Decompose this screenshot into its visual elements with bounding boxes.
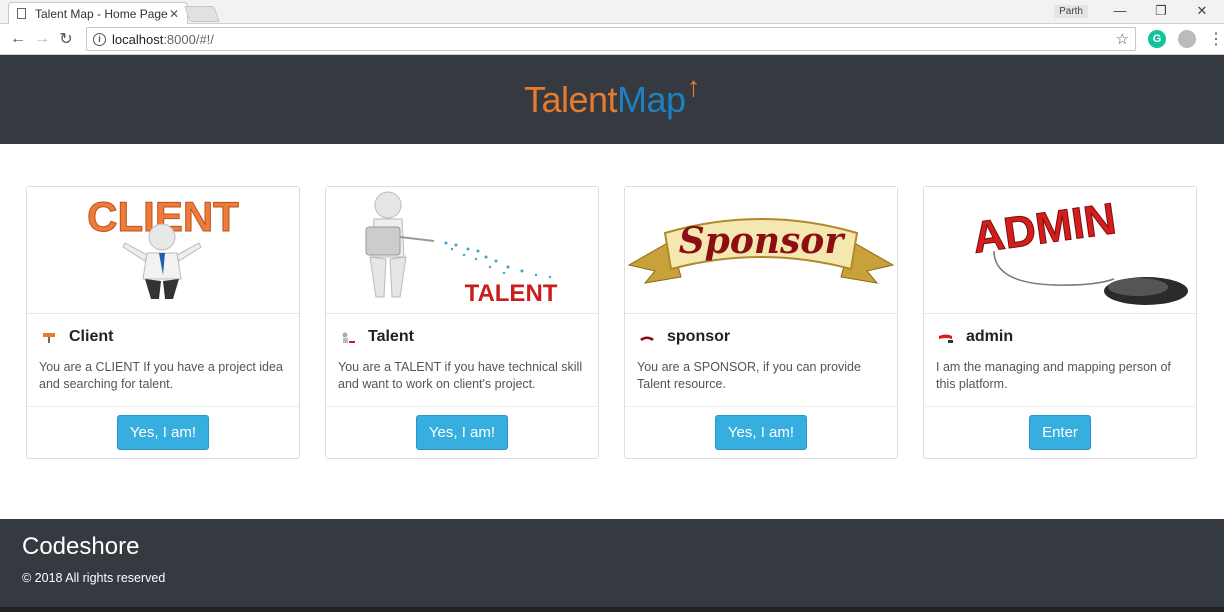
sponsor-mini-icon xyxy=(639,331,655,343)
restore-icon[interactable]: ❐ xyxy=(1151,3,1171,19)
footer-company: Codeshore xyxy=(22,533,140,560)
talent-card: TALENT Talent You are a TALENT if you ha… xyxy=(325,186,599,459)
sponsor-illustration: Sponsor xyxy=(627,218,895,284)
site-footer: Codeshore © 2018 All rights reserved xyxy=(0,519,1224,612)
admin-enter-button[interactable]: Enter xyxy=(1029,415,1091,450)
grammarly-extension-icon[interactable]: G xyxy=(1148,30,1166,48)
client-title: Client xyxy=(69,328,114,345)
back-icon[interactable]: ← xyxy=(6,30,30,48)
logo-text-map: Map xyxy=(617,78,686,120)
admin-title: admin xyxy=(966,328,1014,345)
profile-button[interactable]: Parth xyxy=(1054,5,1088,18)
talent-illustration: TALENT xyxy=(365,191,558,307)
client-description: You are a CLIENT If you have a project i… xyxy=(39,360,283,391)
logo-text-talent: Talent xyxy=(523,78,618,120)
close-window-icon[interactable]: ✕ xyxy=(1192,3,1212,19)
minimize-icon[interactable]: — xyxy=(1110,3,1130,18)
browser-tab[interactable]: Talent Map - Home Page ✕ xyxy=(8,2,188,24)
talentmap-logo[interactable]: Talent Map ↑ xyxy=(523,71,701,121)
logo-arrow-icon: ↑ xyxy=(686,70,701,102)
bookmark-star-icon[interactable]: ☆ xyxy=(1116,30,1129,48)
forward-icon[interactable]: → xyxy=(30,30,54,48)
client-illustration: CLIENT xyxy=(87,193,240,299)
sponsor-image-label: Sponsor xyxy=(679,220,847,262)
client-image: CLIENT xyxy=(27,187,299,314)
extension-icon[interactable] xyxy=(1178,30,1196,48)
url-host: localhost xyxy=(112,31,164,47)
admin-mini-icon xyxy=(938,331,954,343)
new-tab-button[interactable] xyxy=(184,6,220,22)
talent-title: Talent xyxy=(368,328,414,345)
talent-mini-icon xyxy=(340,331,356,343)
admin-illustration: ADMIN xyxy=(969,194,1188,305)
client-mini-icon xyxy=(41,331,57,343)
close-tab-icon[interactable]: ✕ xyxy=(169,7,179,21)
sponsor-card: Sponsor sponsor You are a SPONSOR, if yo… xyxy=(624,186,898,459)
page-icon xyxy=(17,8,26,19)
reload-icon[interactable]: ↻ xyxy=(54,29,78,49)
talent-yes-button[interactable]: Yes, I am! xyxy=(415,415,509,450)
sponsor-description: You are a SPONSOR, if you can provide Ta… xyxy=(637,360,861,391)
footer-copyright: © 2018 All rights reserved xyxy=(22,571,166,585)
sponsor-yes-button[interactable]: Yes, I am! xyxy=(714,415,808,450)
talent-image: TALENT xyxy=(326,187,598,314)
address-toolbar: ← → ↻ i localhost:8000/#!/ ☆ G ⋮ xyxy=(0,24,1224,55)
sponsor-image: Sponsor xyxy=(625,187,897,314)
talent-image-label: TALENT xyxy=(465,280,558,307)
url-bar[interactable]: i localhost:8000/#!/ ☆ xyxy=(86,27,1136,51)
role-cards: CLIENT Client You are a CLIENT If you ha… xyxy=(26,186,1197,459)
footer-bottom-bar xyxy=(0,607,1224,612)
browser-tabstrip: Talent Map - Home Page ✕ Parth — ❐ ✕ xyxy=(0,0,1224,24)
admin-card: ADMIN admin I am the managing and mappin… xyxy=(923,186,1197,459)
url-path: :8000/#!/ xyxy=(163,31,214,47)
admin-image-label: ADMIN xyxy=(969,194,1119,263)
info-icon[interactable]: i xyxy=(93,32,106,46)
admin-image: ADMIN xyxy=(924,187,1196,314)
tab-title: Talent Map - Home Page xyxy=(35,6,168,21)
site-header: Talent Map ↑ xyxy=(0,55,1224,144)
client-yes-button[interactable]: Yes, I am! xyxy=(116,415,210,450)
admin-description: I am the managing and mapping person of … xyxy=(936,360,1171,391)
sponsor-title: sponsor xyxy=(667,328,731,345)
talent-description: You are a TALENT if you have technical s… xyxy=(338,360,583,391)
client-card: CLIENT Client You are a CLIENT If you ha… xyxy=(26,186,300,459)
browser-menu-icon[interactable]: ⋮ xyxy=(1208,29,1224,49)
url-text[interactable]: localhost:8000/#!/ xyxy=(112,32,1116,47)
